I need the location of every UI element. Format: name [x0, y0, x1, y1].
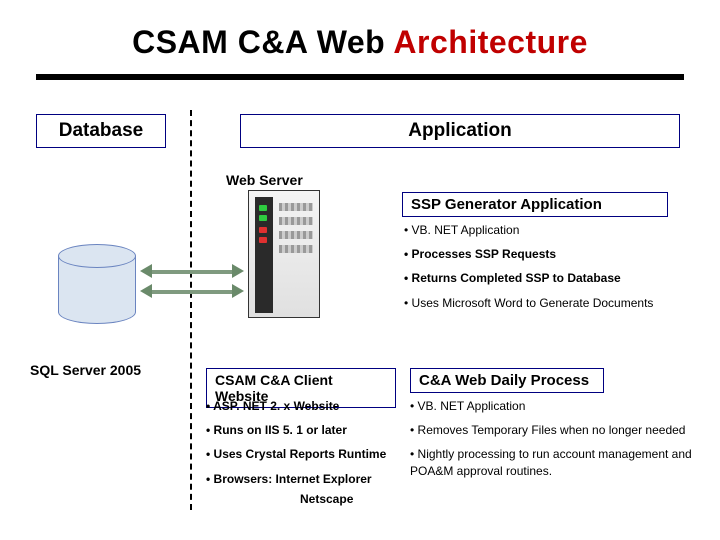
sql-server-label: SQL Server 2005	[30, 362, 141, 378]
list-item: • Removes Temporary Files when no longer…	[410, 422, 710, 438]
column-divider	[190, 110, 192, 510]
list-item: • Uses Crystal Reports Runtime	[206, 446, 386, 462]
database-header-box: Database	[36, 114, 166, 148]
daily-process-list: • VB. NET Application • Removes Temporar…	[410, 398, 710, 487]
list-item: • Processes SSP Requests	[404, 246, 653, 262]
title-highlight: Architecture	[393, 24, 588, 60]
list-item: • Uses Microsoft Word to Generate Docume…	[404, 295, 653, 311]
application-header-box: Application	[240, 114, 680, 148]
web-server-label: Web Server	[226, 172, 303, 188]
list-item: • Nightly processing to run account mana…	[410, 446, 710, 478]
list-item: • Browsers: Internet Explorer	[206, 471, 386, 487]
list-item: • VB. NET Application	[410, 398, 710, 414]
daily-process-heading: C&A Web Daily Process	[410, 368, 604, 393]
title-underline	[36, 74, 684, 80]
title-prefix: CSAM C&A Web	[132, 24, 393, 60]
list-item: • VB. NET Application	[404, 222, 653, 238]
browser-netscape-label: Netscape	[300, 492, 353, 506]
list-item: • Returns Completed SSP to Database	[404, 270, 653, 286]
list-item: • ASP. NET 2. x Website	[206, 398, 386, 414]
bidirectional-arrow-icon	[140, 264, 244, 300]
application-label: Application	[408, 120, 511, 142]
ssp-generator-heading: SSP Generator Application	[402, 192, 668, 217]
slide-title: CSAM C&A Web Architecture	[0, 24, 720, 61]
list-item: • Runs on IIS 5. 1 or later	[206, 422, 386, 438]
server-icon	[248, 190, 320, 318]
database-cylinder-icon	[58, 244, 136, 324]
ssp-generator-list: • VB. NET Application • Processes SSP Re…	[404, 222, 653, 319]
client-website-list: • ASP. NET 2. x Website • Runs on IIS 5.…	[206, 398, 386, 495]
database-label: Database	[59, 120, 144, 142]
